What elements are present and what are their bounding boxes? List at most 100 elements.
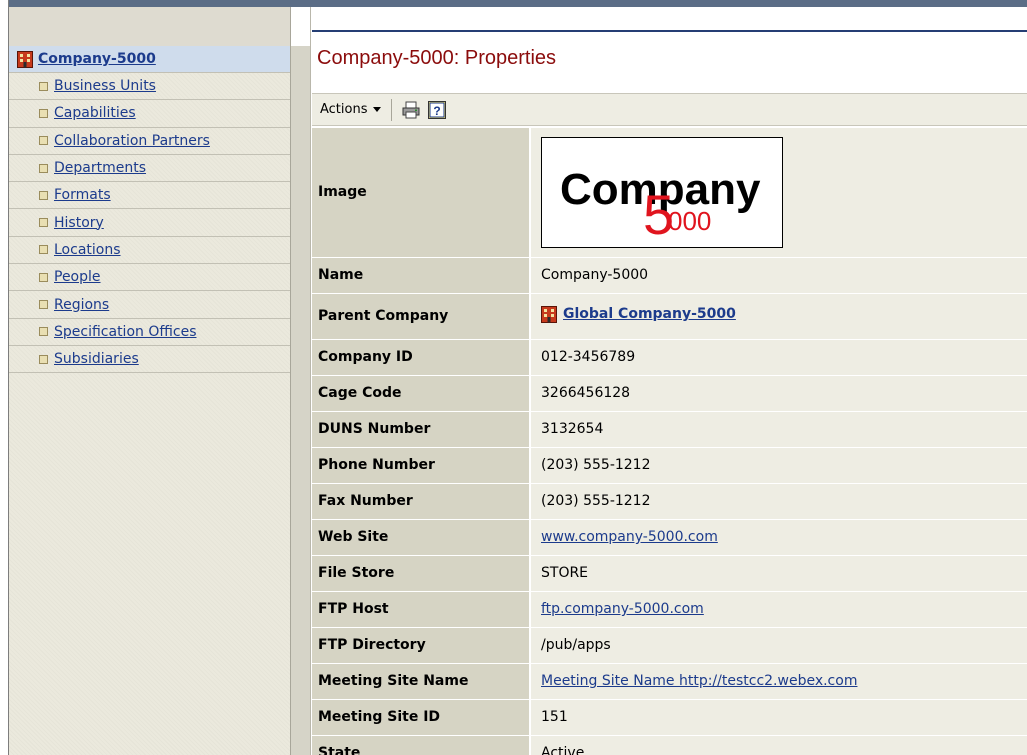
bullet-icon bbox=[39, 354, 48, 364]
logo-numeral-small: 000 bbox=[668, 206, 711, 236]
property-label: DUNS Number bbox=[312, 411, 531, 448]
property-value: /pub/apps bbox=[530, 627, 1027, 664]
table-row: Phone Number (203) 555-1212 bbox=[312, 447, 1027, 484]
header-rule bbox=[312, 30, 1027, 32]
table-row: FTP Directory /pub/apps bbox=[312, 627, 1027, 664]
sidebar-item-specification-offices[interactable]: Specification Offices bbox=[9, 319, 290, 346]
actions-menu-label: Actions bbox=[320, 102, 368, 117]
tree-root-link[interactable]: Company-5000 bbox=[38, 51, 156, 67]
bullet-icon bbox=[39, 136, 48, 146]
chevron-down-icon bbox=[372, 107, 381, 112]
property-label: Company ID bbox=[312, 339, 531, 376]
table-row: DUNS Number 3132654 bbox=[312, 411, 1027, 448]
company-logo-image: Company 5 000 bbox=[541, 136, 783, 248]
property-value: Global Company-5000 bbox=[530, 293, 1027, 340]
bullet-icon bbox=[39, 327, 48, 337]
table-row: Meeting Site Name Meeting Site Name http… bbox=[312, 663, 1027, 700]
window-top-border bbox=[0, 0, 1027, 7]
help-button[interactable]: ? bbox=[426, 99, 448, 121]
property-label: Meeting Site Name bbox=[312, 663, 531, 700]
help-icon: ? bbox=[427, 100, 446, 119]
sidebar-item-formats[interactable]: Formats bbox=[9, 182, 290, 210]
table-row: File Store STORE bbox=[312, 555, 1027, 592]
pane-splitter[interactable] bbox=[290, 7, 311, 755]
property-value: Active bbox=[530, 735, 1027, 755]
bullet-icon bbox=[39, 300, 48, 310]
property-label: Image bbox=[312, 128, 531, 258]
sidebar-item-label[interactable]: Subsidiaries bbox=[54, 351, 139, 367]
property-label: Cage Code bbox=[312, 375, 531, 412]
properties-table: Image Company 5 000 Name Company-5000 Pa… bbox=[312, 128, 1027, 755]
table-row: Company ID 012-3456789 bbox=[312, 339, 1027, 376]
sidebar-item-collaboration-partners[interactable]: Collaboration Partners bbox=[9, 128, 290, 155]
bullet-icon bbox=[39, 245, 48, 255]
property-label: FTP Directory bbox=[312, 627, 531, 664]
print-icon bbox=[402, 101, 419, 118]
splitter-top bbox=[291, 7, 310, 46]
sidebar-item-business-units[interactable]: Business Units bbox=[9, 73, 290, 101]
meeting-site-link[interactable]: Meeting Site Name http://testcc2.webex.c… bbox=[541, 673, 857, 689]
sidebar-item-label[interactable]: Collaboration Partners bbox=[54, 133, 210, 149]
sidebar-item-label[interactable]: Specification Offices bbox=[54, 324, 197, 340]
main-content: Company-5000: Properties Actions ? Image bbox=[312, 7, 1027, 755]
ftp-host-link[interactable]: ftp.company-5000.com bbox=[541, 601, 704, 617]
table-row: Parent Company Global Company-5000 bbox=[312, 293, 1027, 340]
building-icon bbox=[541, 305, 557, 323]
sidebar-header bbox=[9, 7, 290, 46]
bullet-icon bbox=[39, 218, 48, 228]
property-label: Web Site bbox=[312, 519, 531, 556]
bullet-icon bbox=[39, 272, 48, 282]
parent-company-link[interactable]: Global Company-5000 bbox=[563, 306, 736, 322]
sidebar-item-subsidiaries[interactable]: Subsidiaries bbox=[9, 346, 290, 374]
sidebar-item-label[interactable]: Regions bbox=[54, 297, 109, 313]
property-value: 151 bbox=[530, 699, 1027, 736]
property-label: Name bbox=[312, 257, 531, 294]
sidebar-item-locations[interactable]: Locations bbox=[9, 237, 290, 265]
sidebar-navigation: Company-5000 Business Units Capabilities… bbox=[9, 7, 290, 755]
sidebar-item-label[interactable]: Departments bbox=[54, 160, 146, 176]
property-label: State bbox=[312, 735, 531, 755]
sidebar-item-label[interactable]: History bbox=[54, 215, 104, 231]
bullet-icon bbox=[39, 190, 48, 200]
property-label: Meeting Site ID bbox=[312, 699, 531, 736]
sidebar-item-capabilities[interactable]: Capabilities bbox=[9, 100, 290, 128]
property-value: (203) 555-1212 bbox=[530, 447, 1027, 484]
table-row: Name Company-5000 bbox=[312, 257, 1027, 294]
website-link[interactable]: www.company-5000.com bbox=[541, 529, 718, 545]
svg-text:?: ? bbox=[433, 104, 440, 118]
property-value: Company 5 000 bbox=[530, 128, 1027, 258]
bullet-icon bbox=[39, 163, 48, 173]
tree-root-company[interactable]: Company-5000 bbox=[9, 46, 290, 73]
property-label: FTP Host bbox=[312, 591, 531, 628]
property-value: Meeting Site Name http://testcc2.webex.c… bbox=[530, 663, 1027, 700]
property-value: Company-5000 bbox=[530, 257, 1027, 294]
property-value: (203) 555-1212 bbox=[530, 483, 1027, 520]
sidebar-item-people[interactable]: People bbox=[9, 264, 290, 292]
sidebar-item-departments[interactable]: Departments bbox=[9, 155, 290, 183]
table-row: Cage Code 3266456128 bbox=[312, 375, 1027, 412]
property-value: www.company-5000.com bbox=[530, 519, 1027, 556]
property-value: STORE bbox=[530, 555, 1027, 592]
property-label: File Store bbox=[312, 555, 531, 592]
table-row: Meeting Site ID 151 bbox=[312, 699, 1027, 736]
table-row: Web Site www.company-5000.com bbox=[312, 519, 1027, 556]
actions-menu-button[interactable]: Actions bbox=[314, 97, 387, 123]
property-label: Fax Number bbox=[312, 483, 531, 520]
table-row: FTP Host ftp.company-5000.com bbox=[312, 591, 1027, 628]
toolbar: Actions ? bbox=[312, 93, 1027, 126]
print-button[interactable] bbox=[400, 99, 422, 121]
sidebar-item-label[interactable]: People bbox=[54, 269, 101, 285]
property-value: 3132654 bbox=[530, 411, 1027, 448]
sidebar-item-label[interactable]: Locations bbox=[54, 242, 121, 258]
property-value: ftp.company-5000.com bbox=[530, 591, 1027, 628]
table-row: Fax Number (203) 555-1212 bbox=[312, 483, 1027, 520]
sidebar-item-label[interactable]: Business Units bbox=[54, 78, 156, 94]
table-row: State Active bbox=[312, 735, 1027, 755]
toolbar-separator bbox=[390, 98, 392, 121]
sidebar-item-history[interactable]: History bbox=[9, 209, 290, 237]
sidebar-item-label[interactable]: Capabilities bbox=[54, 105, 136, 121]
property-value: 012-3456789 bbox=[530, 339, 1027, 376]
sidebar-item-label[interactable]: Formats bbox=[54, 187, 111, 203]
window-left-border bbox=[0, 0, 9, 755]
sidebar-item-regions[interactable]: Regions bbox=[9, 291, 290, 319]
